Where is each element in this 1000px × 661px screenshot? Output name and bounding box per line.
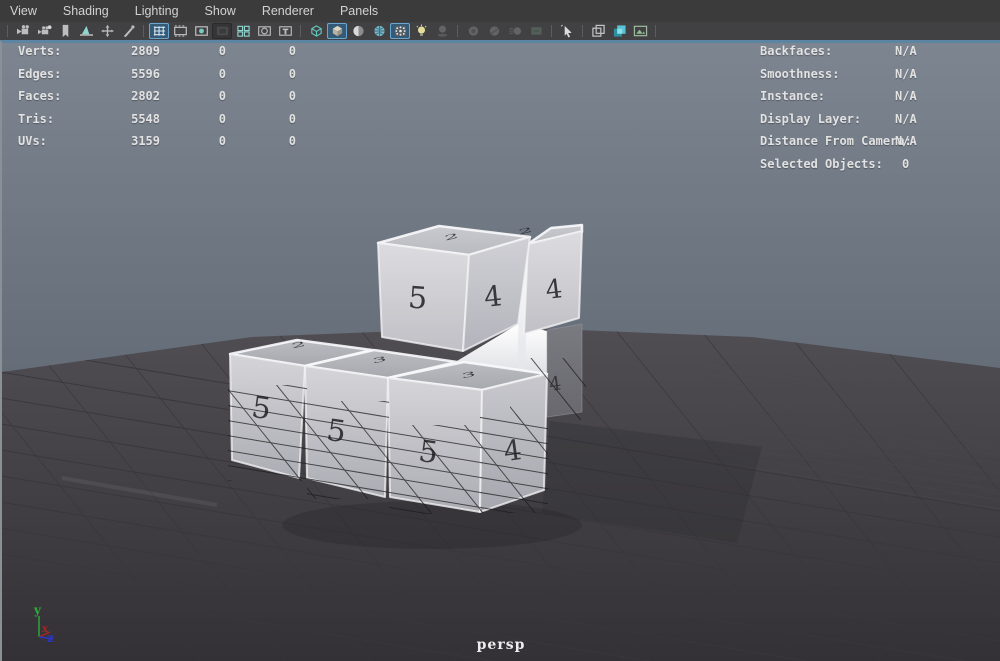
- select-camera-icon[interactable]: [13, 23, 33, 39]
- image-plane-icon[interactable]: [76, 23, 96, 39]
- perspective-viewport[interactable]: 4 4 2 5 4 2: [0, 40, 1000, 661]
- hud-row: Backfaces: N/A: [760, 44, 1000, 67]
- toolbar-separator: [551, 25, 552, 37]
- hud-row: Edges: 5596 0 0: [18, 67, 296, 90]
- motion-blur-icon[interactable]: [505, 23, 525, 39]
- hud-row: Display Layer: N/A: [760, 112, 1000, 135]
- axis-z-label: z: [47, 631, 54, 645]
- gate-mask-icon[interactable]: [212, 23, 232, 39]
- dice-contact-shadow: [282, 501, 582, 549]
- hud-poly-count: Verts: 2809 0 0 Edges: 5596 0 0 Faces: 2…: [18, 44, 296, 157]
- camera-name-label: persp: [2, 637, 1000, 653]
- wireframe-on-shaded-icon[interactable]: [390, 23, 410, 39]
- back-die[interactable]: 4: [547, 324, 582, 417]
- safe-title-icon[interactable]: [275, 23, 295, 39]
- toolbar-separator: [582, 25, 583, 37]
- hud-row: Tris: 5548 0 0: [18, 112, 296, 135]
- toolbar-separator: [300, 25, 301, 37]
- resolution-gate-icon[interactable]: [191, 23, 211, 39]
- render-override-icon[interactable]: [526, 23, 546, 39]
- panel-menubar: View Shading Lighting Show Renderer Pane…: [0, 0, 1000, 22]
- panel-toolbar: [0, 22, 1000, 40]
- menu-shading[interactable]: Shading: [50, 0, 122, 22]
- hud-row: UVs: 3159 0 0: [18, 134, 296, 157]
- hud-row: Distance From Camera: N/A: [760, 134, 1000, 157]
- safe-action-icon[interactable]: [254, 23, 274, 39]
- menu-lighting[interactable]: Lighting: [122, 0, 192, 22]
- menu-show[interactable]: Show: [192, 0, 249, 22]
- xray-icon[interactable]: [609, 23, 629, 39]
- wireframe-icon[interactable]: [306, 23, 326, 39]
- hud-row: Selected Objects: 0: [760, 157, 1000, 180]
- screen-space-ao-icon[interactable]: [463, 23, 483, 39]
- textured-icon[interactable]: [369, 23, 389, 39]
- smooth-shade-all-icon[interactable]: [327, 23, 347, 39]
- axis-gizmo: y x z: [22, 603, 62, 648]
- menu-view[interactable]: View: [8, 0, 50, 22]
- hud-object-details: Backfaces: N/A Smoothness: N/A Instance:…: [760, 44, 1000, 180]
- film-gate-icon[interactable]: [170, 23, 190, 39]
- grid-icon[interactable]: [149, 23, 169, 39]
- toolbar-separator: [143, 25, 144, 37]
- toolbar-separator: [655, 25, 656, 37]
- bookmark-icon[interactable]: [55, 23, 75, 39]
- toolbar-separator: [7, 25, 8, 37]
- use-default-material-icon[interactable]: [348, 23, 368, 39]
- grease-pencil-icon[interactable]: [118, 23, 138, 39]
- anti-aliasing-icon[interactable]: [484, 23, 504, 39]
- menu-renderer[interactable]: Renderer: [249, 0, 327, 22]
- use-all-lights-icon[interactable]: [411, 23, 431, 39]
- lock-camera-icon[interactable]: [34, 23, 54, 39]
- axis-y-label: y: [33, 603, 42, 617]
- menu-panels[interactable]: Panels: [327, 0, 391, 22]
- shadows-icon[interactable]: [432, 23, 452, 39]
- field-chart-icon[interactable]: [233, 23, 253, 39]
- die-number: 5: [407, 280, 428, 316]
- scene-render-view-icon[interactable]: [630, 23, 650, 39]
- hud-row: Verts: 2809 0 0: [18, 44, 296, 67]
- pan-zoom-icon[interactable]: [97, 23, 117, 39]
- hud-row: Instance: N/A: [760, 89, 1000, 112]
- hud-row: Smoothness: N/A: [760, 67, 1000, 90]
- maya-viewport-panel: View Shading Lighting Show Renderer Pane…: [0, 0, 1000, 661]
- hud-row: Faces: 2802 0 0: [18, 89, 296, 112]
- isolate-select-icon[interactable]: [557, 23, 577, 39]
- die-number: 4: [482, 279, 503, 314]
- snapshot-icon[interactable]: [588, 23, 608, 39]
- toolbar-separator: [457, 25, 458, 37]
